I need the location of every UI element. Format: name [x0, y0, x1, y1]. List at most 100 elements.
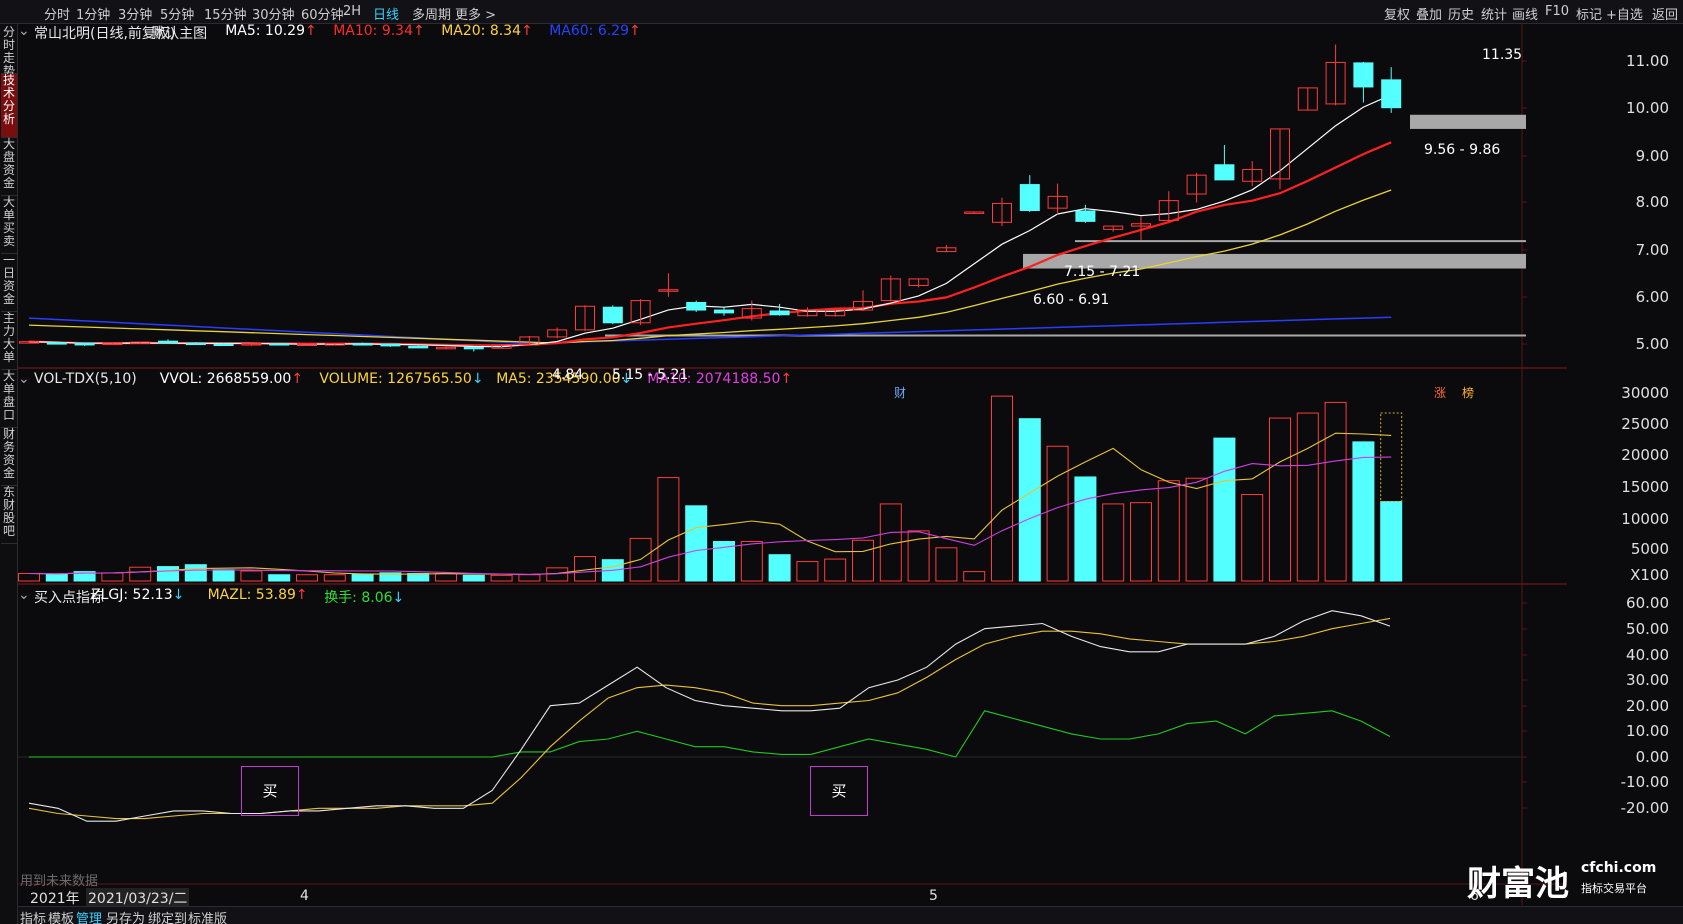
main-hdr-item-1: MA10: 9.34↑: [333, 23, 425, 39]
ind-hdr-item-1: MAZL: 53.89↑: [208, 587, 308, 603]
indicator-axis-label: -20.00: [1620, 799, 1669, 817]
volume-bar-46: [1296, 412, 1319, 582]
candle-body-43: [1214, 164, 1235, 181]
future-data-watermark: 用到未来数据: [20, 874, 99, 889]
volume-bar-26: [740, 541, 763, 582]
candle-body-38: [1075, 210, 1096, 222]
cursor-date-label: 2021/03/23/二: [86, 888, 190, 908]
candle-body-14: [408, 345, 429, 349]
volume-ma5-line: [28, 432, 1392, 576]
volume-bar-3: [101, 572, 124, 582]
vol-hdr-icon[interactable]: ⌄: [18, 371, 30, 387]
indicator-axis-label: 30.00: [1626, 671, 1669, 689]
candle-body-27: [769, 310, 790, 316]
volume-bar-5: [157, 566, 179, 582]
volume-bar-8: [240, 570, 263, 582]
indicator-axis-label: 60.00: [1626, 594, 1669, 612]
volume-bar-39: [1102, 503, 1125, 582]
high-price-label: 11.35: [1482, 47, 1523, 63]
price-axis-label: 9.00: [1635, 147, 1669, 165]
bottom-item-0[interactable]: 指标: [20, 908, 46, 924]
vol-hdr-title: VOL-TDX(5,10): [34, 371, 137, 387]
month-label-4: 4: [300, 888, 309, 904]
vol-hdr-arrow-0: ↑: [291, 371, 304, 387]
buy-signal-box-2[interactable]: 买: [810, 766, 868, 816]
volume-bar-24: [685, 505, 708, 582]
candle-body-21: [602, 306, 623, 324]
vol-hdr-item-0: VVOL: 2668559.00↑: [160, 371, 303, 387]
volume-bar-7: [212, 569, 235, 582]
ind-hdr-item-0: ZLGJ: 52.13↓: [91, 587, 184, 603]
volume-bar-44: [1241, 494, 1264, 582]
ind-hdr-value-0: ZLGJ: 52.13: [91, 587, 173, 603]
ind-hdr-value-1: MAZL: 53.89: [207, 587, 296, 603]
indicator-axis-label: 50.00: [1626, 620, 1669, 638]
price-axis-label: 5.00: [1635, 335, 1669, 353]
candle-body-1: [46, 342, 67, 345]
price-axis-label: 11.00: [1626, 52, 1669, 70]
candle-body-2: [74, 342, 95, 346]
volume-bar-9: [268, 574, 291, 582]
volume-bar-18: [518, 574, 541, 582]
limit-up-marker[interactable]: 涨: [1434, 384, 1446, 401]
bottom-item-5[interactable]: 标准版: [188, 908, 227, 924]
candle-body-36: [1019, 184, 1040, 212]
volume-bar-49: [1380, 501, 1403, 582]
turnover-line: [29, 710, 1391, 758]
finance-marker[interactable]: 财: [894, 384, 906, 401]
bottom-item-1[interactable]: 模板: [48, 908, 74, 924]
ind-hdr-arrow-2: ↓: [392, 590, 405, 606]
ma10-line: [28, 141, 1392, 347]
logo-site: cfchi.com: [1581, 860, 1657, 876]
volume-bar-40: [1130, 502, 1152, 582]
rank-marker[interactable]: 榜: [1462, 384, 1474, 401]
indicator-axis-label: -10.00: [1620, 773, 1669, 791]
volume-bar-35: [991, 395, 1013, 582]
zlgj-line: [28, 610, 1391, 822]
main-hdr-arrow-2: ↑: [521, 23, 533, 39]
indicator-axis-label: 0.00: [1635, 748, 1669, 766]
bottom-toolbar: 指标 模板 管理 另存为 绑定到 标准版: [18, 906, 1683, 924]
vol-hdr-value-0: VVOL: 2668559.00: [159, 371, 292, 387]
indicator-axis-label: 20.00: [1626, 697, 1669, 715]
volume-bar-28: [796, 561, 819, 582]
ind-hdr-value-2: 换手: 8.06: [324, 590, 393, 606]
candle-body-13: [380, 343, 401, 347]
zone-label-2: 7.15 - 7.21: [1064, 264, 1141, 280]
mazl-line: [28, 617, 1391, 820]
main-hdr-item-3: MA60: 6.29↑: [549, 23, 641, 39]
candle-body-24: [686, 301, 707, 311]
vol-hdr-value-1: VOLUME: 1267565.50: [319, 371, 472, 387]
zone-label-1: 9.56 - 9.86: [1424, 142, 1501, 158]
bottom-item-3[interactable]: 另存为: [106, 908, 145, 924]
buy-signal-box-1[interactable]: 买: [241, 766, 299, 816]
ind-hdr-icon[interactable]: ⌄: [18, 587, 30, 603]
volume-bar-6: [184, 564, 207, 582]
volume-bar-30: [852, 539, 874, 582]
indicator-axis-label: 10.00: [1626, 722, 1669, 740]
volume-bar-0: [18, 572, 40, 582]
candle-body-6: [185, 342, 206, 346]
volume-bar-16: [462, 574, 485, 582]
month-label-5: 5: [929, 888, 938, 904]
volume-axis-label: 25000: [1621, 415, 1669, 433]
main-hdr-value-2: MA20: 8.34: [441, 23, 521, 39]
main-hdr-value-0: MA5: 10.29: [225, 23, 305, 39]
candle-body-25: [714, 309, 734, 314]
volume-bar-23: [657, 477, 680, 582]
main-hdr-icon[interactable]: ⌄: [18, 23, 30, 39]
main-hdr-template[interactable]: 默认主图: [151, 23, 207, 43]
vol-hdr-arrow-1: ↓: [471, 371, 484, 387]
main-hdr-arrow-0: ↑: [305, 23, 317, 39]
price-axis-label: 7.00: [1635, 241, 1669, 259]
bottom-item-2[interactable]: 管理: [76, 908, 102, 924]
main-hdr-item-2: MA20: 8.34↑: [441, 23, 533, 39]
volume-ma10-line: [28, 456, 1392, 575]
volume-bar-42: [1185, 477, 1208, 582]
volume-axis-label: 10000: [1621, 510, 1669, 528]
support-zone-0: [1410, 114, 1526, 129]
volume-bar-34: [963, 571, 986, 582]
year-label: 2021年: [30, 891, 80, 907]
vol-hdr-item-1: VOLUME: 1267565.50↓: [319, 371, 483, 387]
bottom-item-4[interactable]: 绑定到: [148, 908, 187, 924]
